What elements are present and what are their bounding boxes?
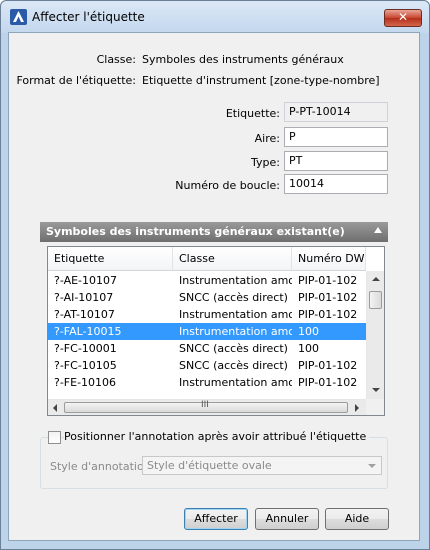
app-logo-icon (10, 9, 27, 25)
table-row[interactable]: ?-AI-10107 SNCC (accès direct) PIP-01-10… (48, 289, 366, 306)
scroll-up-icon[interactable] (372, 277, 380, 281)
loop-number-input[interactable]: 10014 (284, 174, 388, 194)
tag-format-value: Etiquette d'instrument [zone-type-nombre… (142, 74, 380, 87)
table-row-selected[interactable]: ?-FAL-10015 Instrumentation amo... 100 (48, 323, 366, 340)
row-tag: ?-FE-10106 (54, 376, 117, 389)
position-annotation-checkbox[interactable] (48, 431, 61, 444)
type-input[interactable]: PT (284, 151, 388, 171)
annotation-style-value: Style d'étiquette ovale (147, 459, 272, 472)
row-class: Instrumentation amo... (179, 376, 292, 389)
row-class: Instrumentation amo... (179, 325, 292, 338)
close-icon: ✕ (397, 10, 409, 24)
vertical-scrollbar[interactable] (366, 271, 384, 399)
row-tag: ?-FC-10001 (54, 342, 117, 355)
row-dwg-number: 100 (298, 325, 319, 338)
row-tag: ?-FC-10105 (54, 359, 117, 372)
class-value: Symboles des instruments généraux (142, 53, 344, 66)
annotation-style-select[interactable]: Style d'étiquette ovale (142, 456, 382, 475)
area-input[interactable]: P (284, 127, 388, 147)
table-row[interactable]: ?-AT-10107 Instrumentation amo... PIP-01… (48, 306, 366, 323)
row-class: Instrumentation amo... (179, 274, 292, 287)
row-class: SNCC (accès direct) (179, 342, 288, 355)
existing-symbols-header[interactable]: Symboles des instruments généraux exista… (40, 222, 388, 242)
table-row[interactable]: ?-FE-10106 Instrumentation amo... PIP-01… (48, 374, 366, 391)
row-dwg-number: PIP-01-102 (298, 376, 358, 389)
tag-format-label: Format de l'étiquette: (16, 74, 136, 87)
area-label: Aire: (254, 132, 280, 145)
row-tag: ?-AT-10107 (54, 308, 115, 321)
row-dwg-number: PIP-01-102 (298, 291, 358, 304)
table-row[interactable]: ?-FC-10001 SNCC (accès direct) 100 (48, 340, 366, 357)
class-label: Classe: (96, 53, 136, 66)
column-header-class[interactable]: Classe (173, 247, 292, 271)
row-dwg-number: PIP-01-102 (298, 274, 358, 287)
scroll-right-icon[interactable] (355, 404, 359, 412)
help-button[interactable]: Aide (325, 508, 389, 530)
row-dwg-number: PIP-01-102 (298, 359, 358, 372)
horizontal-scroll-thumb[interactable]: III (64, 400, 348, 413)
table-row[interactable]: ?-AE-10107 Instrumentation amo... PIP-01… (48, 272, 366, 289)
cancel-button[interactable]: Annuler (255, 508, 319, 530)
close-button[interactable]: ✕ (384, 9, 422, 27)
window-title: Affecter l'étiquette (32, 10, 145, 24)
row-class: SNCC (accès direct) (179, 291, 288, 304)
scroll-grip-icon: III (201, 400, 209, 410)
assign-button[interactable]: Affecter (184, 508, 248, 530)
existing-symbols-title: Symboles des instruments généraux exista… (46, 225, 345, 238)
title-bar[interactable]: Affecter l'étiquette ✕ (1, 1, 429, 33)
loop-number-label: Numéro de boucle: (175, 179, 280, 192)
column-header-tag[interactable]: Etiquette (48, 247, 173, 271)
column-header-dwg-number[interactable]: Numéro DWG (292, 247, 366, 271)
existing-tags-list[interactable]: Etiquette Classe Numéro DWG ?-AE-10107 I… (47, 246, 385, 416)
tag-label: Etiquette: (225, 107, 280, 120)
tag-field: P-PT-10014 (284, 102, 388, 122)
scroll-left-icon[interactable] (53, 404, 57, 412)
vertical-scroll-thumb[interactable] (369, 291, 382, 309)
scrollbar-corner (366, 399, 384, 415)
row-class: SNCC (accès direct) (179, 359, 288, 372)
row-tag: ?-AI-10107 (54, 291, 114, 304)
row-class: Instrumentation amo... (179, 308, 292, 321)
table-row[interactable]: ?-FC-10105 SNCC (accès direct) PIP-01-10… (48, 357, 366, 374)
type-label: Type: (251, 156, 280, 169)
chevron-down-icon (368, 464, 376, 468)
scroll-down-icon[interactable] (372, 388, 380, 392)
annotation-style-label: Style d'annotation: (50, 460, 155, 473)
row-tag: ?-AE-10107 (54, 274, 118, 287)
horizontal-scrollbar[interactable]: III (48, 399, 366, 415)
position-annotation-label[interactable]: Positionner l'annotation après avoir att… (64, 430, 370, 443)
row-tag: ?-FAL-10015 (54, 325, 122, 338)
row-dwg-number: PIP-01-102 (298, 308, 358, 321)
collapse-arrow-icon[interactable] (374, 227, 382, 233)
row-dwg-number: 100 (298, 342, 319, 355)
